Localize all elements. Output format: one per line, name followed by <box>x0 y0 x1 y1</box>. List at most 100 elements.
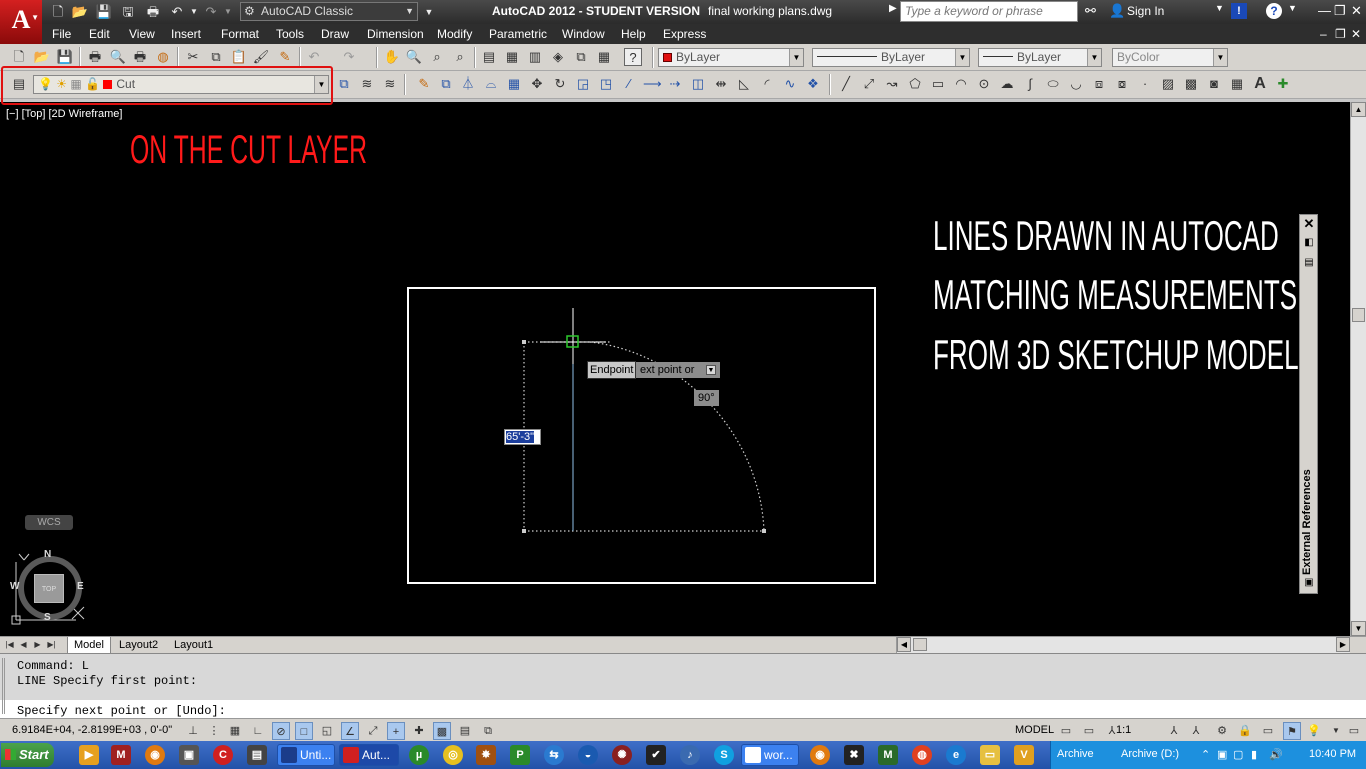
taskbar-task-photoshop[interactable]: Unti... <box>277 744 335 766</box>
taskbar-task-autocad[interactable]: Aut... <box>339 744 399 766</box>
tab-layout2[interactable]: Layout2 <box>113 637 164 653</box>
tray-expand-icon[interactable]: ⌃ <box>1201 748 1210 761</box>
app-icon[interactable]: ◒ <box>578 745 598 765</box>
status-menu-icon[interactable]: ▼ <box>1327 722 1345 740</box>
menu-edit[interactable]: Edit <box>89 27 110 41</box>
chrome-icon[interactable]: ◍ <box>912 745 932 765</box>
clean-screen-icon[interactable]: ▭ <box>1345 722 1363 740</box>
redo-dropdown-icon[interactable]: ▼ <box>219 3 237 21</box>
app-icon[interactable]: ▣ <box>179 745 199 765</box>
workspace-switching-icon[interactable]: ⚙ <box>1213 722 1231 740</box>
explode-icon[interactable]: ❖ <box>804 75 822 93</box>
properties-menu-icon[interactable]: ▤ <box>1303 257 1315 269</box>
app-icon[interactable]: ⇆ <box>544 745 564 765</box>
minimize-drawing-icon[interactable]: – <box>1320 27 1327 41</box>
sheet-set-icon[interactable]: ◈ <box>549 48 567 66</box>
coordinate-display[interactable]: 6.9184E+04, -2.8199E+03 , 0'-0" <box>12 724 172 736</box>
hardware-acceleration-icon[interactable]: ▭ <box>1259 722 1277 740</box>
undo-dropdown-icon[interactable]: ▼ <box>185 3 203 21</box>
dynamic-input-icon[interactable]: + <box>387 722 405 740</box>
multiline-text-icon[interactable]: A <box>1251 75 1269 93</box>
menu-express[interactable]: Express <box>663 27 706 41</box>
move-icon[interactable]: ✥ <box>528 75 546 93</box>
zoom-window-icon[interactable]: ⌕ <box>428 48 446 66</box>
compass-west[interactable]: W <box>10 581 19 592</box>
3d-print-icon[interactable]: ◍ <box>154 48 172 66</box>
polygon-icon[interactable]: ⬠ <box>906 75 924 93</box>
menu-insert[interactable]: Insert <box>171 27 201 41</box>
trim-icon[interactable]: ⁄ <box>620 75 638 93</box>
network-icon[interactable]: ▮ <box>1251 748 1257 761</box>
last-tab-icon[interactable]: ▶| <box>45 638 58 652</box>
isolate-objects-icon[interactable]: ⚑ <box>1283 722 1301 740</box>
pdf-icon[interactable]: P <box>510 745 530 765</box>
scroll-right-icon[interactable]: ▶ <box>1336 637 1350 652</box>
quick-properties-icon[interactable]: ▤ <box>456 722 474 740</box>
dynamic-ucs-icon[interactable]: ⤢ <box>364 722 382 740</box>
annotation-scale-value[interactable]: 1:1 <box>1116 724 1131 736</box>
utorrent-icon[interactable]: µ <box>409 745 429 765</box>
zoom-realtime-icon[interactable]: 🔍 <box>405 48 423 66</box>
first-tab-icon[interactable]: |◀ <box>3 638 16 652</box>
linetype-control[interactable]: ByLayer ▼ <box>812 48 970 67</box>
sign-in-link[interactable]: Sign In <box>1127 4 1164 18</box>
pan-icon[interactable]: ✋ <box>383 48 401 66</box>
chevron-down-icon[interactable]: ▼ <box>706 365 716 375</box>
customize-quick-access-icon[interactable]: ▼ <box>420 3 438 21</box>
polar-tracking-icon[interactable]: ⊘ <box>272 722 290 740</box>
menu-window[interactable]: Window <box>562 27 605 41</box>
region-icon[interactable]: ◙ <box>1205 75 1223 93</box>
blend-curves-icon[interactable]: ∿ <box>781 75 799 93</box>
lightbulb-icon[interactable]: 💡 <box>1305 722 1323 740</box>
plot-preview-icon[interactable]: 🔍 <box>109 48 127 66</box>
qnew-icon[interactable]: 🗋 <box>10 48 28 66</box>
app-icon[interactable]: ✺ <box>612 745 632 765</box>
plotstyle-control[interactable]: ByColor ▼ <box>1112 48 1228 67</box>
palette-title[interactable]: External References <box>1301 455 1317 575</box>
arc-icon[interactable]: ◠ <box>952 75 970 93</box>
save-icon[interactable]: 💾 <box>95 3 113 21</box>
redo-icon[interactable]: ↷ <box>202 3 220 21</box>
tray-icon[interactable]: ▢ <box>1233 748 1243 761</box>
lock-ui-icon[interactable]: 🔒 <box>1236 722 1254 740</box>
sign-in-dropdown-icon[interactable]: ▼ <box>1215 3 1224 13</box>
undo-icon[interactable]: ↶ <box>305 48 323 66</box>
folder-icon[interactable]: ▭ <box>980 745 1000 765</box>
skype-icon[interactable]: S <box>714 745 734 765</box>
menu-modify[interactable]: Modify <box>437 27 472 41</box>
scroll-up-icon[interactable]: ▲ <box>1351 102 1366 117</box>
previous-tab-icon[interactable]: ◀ <box>17 638 30 652</box>
drawing-area[interactable]: [−] [Top] [2D Wireframe] ON THE CUT LAYE… <box>0 102 1350 636</box>
lineweight-control[interactable]: ByLayer ▼ <box>978 48 1102 67</box>
object-snap-tracking-icon[interactable]: ∠ <box>341 722 359 740</box>
break-icon[interactable]: ◫ <box>689 75 707 93</box>
binoculars-icon[interactable]: ⚯ <box>1085 3 1096 19</box>
tray-icon[interactable]: ▣ <box>1217 748 1227 761</box>
undo-icon[interactable]: ↶ <box>168 3 186 21</box>
command-prompt[interactable]: Specify next point or [Undo]: <box>17 704 226 718</box>
auto-hide-icon[interactable]: ◧ <box>1303 237 1315 249</box>
construction-line-icon[interactable]: ⤢ <box>860 75 878 93</box>
calculator-icon[interactable]: ▦ <box>595 48 613 66</box>
layer-states-icon[interactable]: ≋ <box>381 75 399 93</box>
ellipse-arc-icon[interactable]: ◡ <box>1067 75 1085 93</box>
annotation-visibility-icon[interactable]: ⅄ <box>1165 722 1183 740</box>
menu-parametric[interactable]: Parametric <box>489 27 547 41</box>
paste-icon[interactable]: 📋 <box>230 48 248 66</box>
spline-icon[interactable]: ∫ <box>1021 75 1039 93</box>
vertical-scroll-thumb[interactable] <box>1352 308 1365 322</box>
app-m-icon[interactable]: M <box>111 745 131 765</box>
plot-icon[interactable]: 🖶 <box>144 3 162 21</box>
line-icon[interactable]: ╱ <box>837 75 855 93</box>
tray-drive[interactable]: Archive (D:) <box>1121 748 1179 760</box>
workspace-select[interactable]: ⚙ AutoCAD Classic ▼ <box>240 2 418 21</box>
extend-icon[interactable]: ⟶ <box>643 75 662 93</box>
rotate-icon[interactable]: ↻ <box>551 75 569 93</box>
media-player-icon[interactable]: ▶ <box>79 745 99 765</box>
publish-icon[interactable]: 🖶 <box>131 48 149 66</box>
break-at-point-icon[interactable]: ⇢ <box>666 75 684 93</box>
model-space-toggle[interactable]: MODEL <box>1015 724 1054 736</box>
stretch-icon[interactable]: ◳ <box>597 75 615 93</box>
erase-icon[interactable]: ✎ <box>415 75 433 93</box>
menu-draw[interactable]: Draw <box>321 27 349 41</box>
